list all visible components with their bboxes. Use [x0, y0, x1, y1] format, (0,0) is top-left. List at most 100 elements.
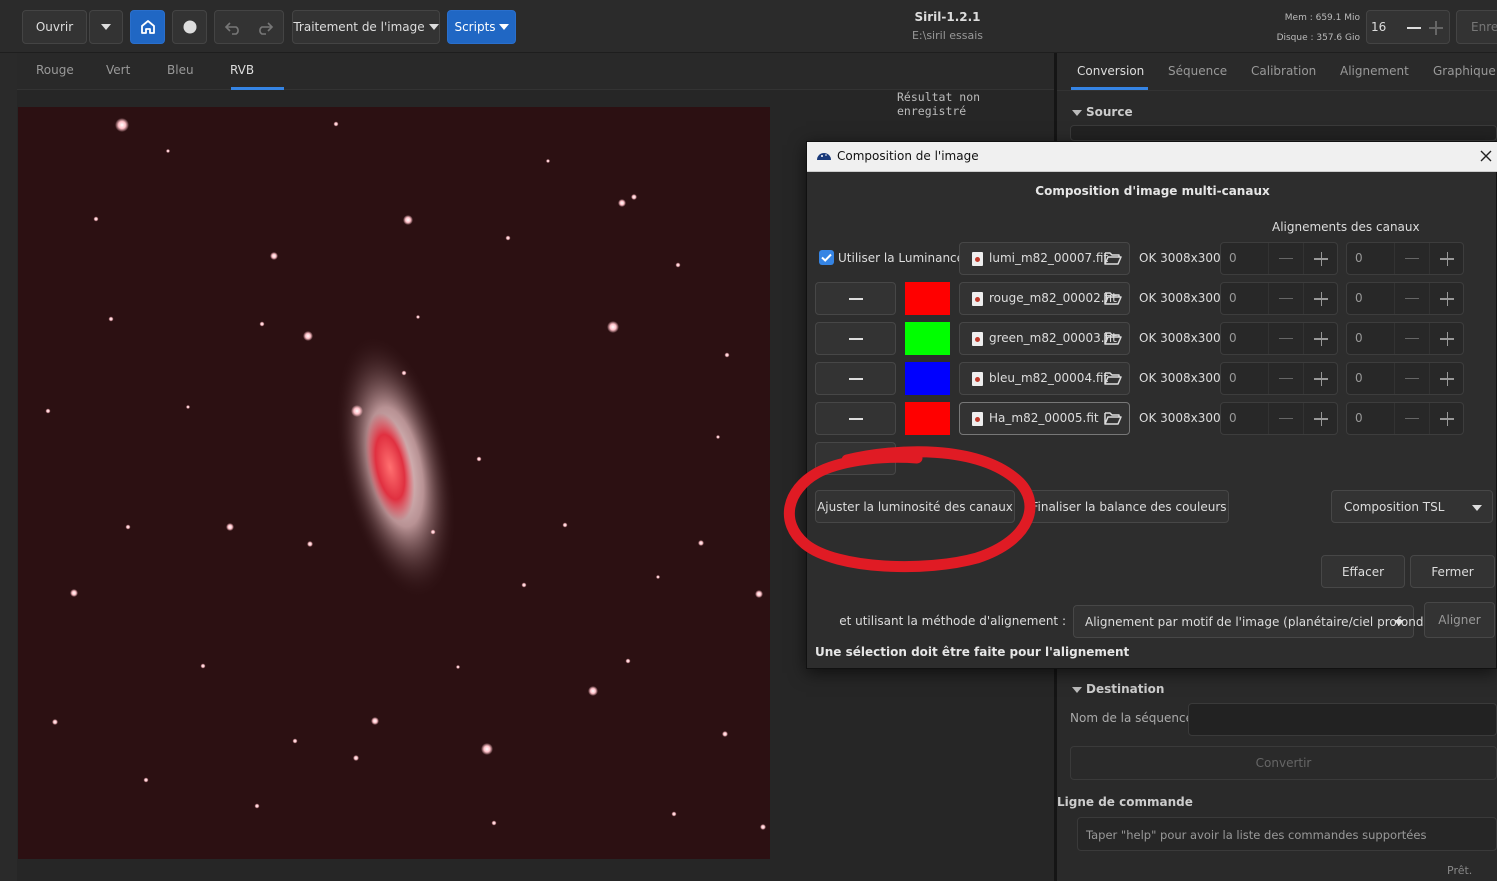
tab-graphique[interactable]: Graphique: [1433, 64, 1496, 78]
file-chooser-blue[interactable]: bleu_m82_00004.fit: [959, 362, 1130, 395]
file-name: rouge_m82_00002.fit: [989, 291, 1117, 305]
remove-channel-button[interactable]: [815, 322, 896, 355]
file-name: green_m82_00003.fit: [989, 331, 1117, 345]
tab-calibration[interactable]: Calibration: [1251, 64, 1316, 78]
tab-alignement[interactable]: Alignement: [1340, 64, 1409, 78]
x-shift-spinner[interactable]: 0: [1220, 362, 1338, 395]
image-processing-menu[interactable]: Traitement de l'image: [292, 10, 440, 44]
source-section-title[interactable]: Source: [1072, 105, 1133, 119]
save-label: Enreg: [1471, 20, 1497, 34]
remove-channel-button[interactable]: [815, 402, 896, 435]
align-label: Aligner: [1438, 613, 1481, 627]
color-swatch-red[interactable]: [905, 282, 950, 315]
tab-vert[interactable]: Vert: [106, 63, 130, 77]
minus-icon[interactable]: [1405, 298, 1419, 299]
chevron-down-icon: [1472, 505, 1482, 511]
clear-label: Effacer: [1341, 564, 1385, 579]
minus-icon[interactable]: [1279, 298, 1293, 299]
minus-icon[interactable]: [1407, 27, 1421, 29]
minus-icon[interactable]: [1405, 338, 1419, 339]
record-button[interactable]: [172, 10, 207, 44]
alignment-method-select[interactable]: Alignement par motif de l'image (planéta…: [1073, 605, 1428, 638]
tab-rvb[interactable]: RVB: [230, 63, 254, 77]
minus-icon[interactable]: [1279, 338, 1293, 339]
tab-bleu[interactable]: Bleu: [167, 63, 194, 77]
remove-channel-button[interactable]: [815, 362, 896, 395]
home-button[interactable]: [130, 10, 165, 44]
close-icon[interactable]: [1479, 149, 1493, 163]
tab-rouge[interactable]: Rouge: [36, 63, 74, 77]
tab-sequence[interactable]: Séquence: [1168, 64, 1227, 78]
composition-mode-select[interactable]: Composition TSL: [1331, 490, 1493, 523]
file-status: OK 3008x3008: [1139, 331, 1229, 345]
x-shift-spinner[interactable]: 0: [1220, 322, 1338, 355]
minus-icon[interactable]: [1279, 418, 1293, 419]
remove-channel-button[interactable]: [815, 282, 896, 315]
chevron-down-icon: [1072, 686, 1082, 693]
x-shift-spinner[interactable]: 0: [1220, 242, 1338, 275]
color-swatch-ha[interactable]: [905, 402, 950, 435]
minus-icon[interactable]: [1405, 418, 1419, 419]
selection-warning: Une sélection doit être faite pour l'ali…: [815, 645, 1130, 659]
check-icon: [821, 253, 832, 262]
open-button[interactable]: Ouvrir: [22, 10, 87, 44]
spin-value: 0: [1355, 291, 1363, 305]
alignment-method-value: Alignement par motif de l'image (planéta…: [1085, 614, 1429, 629]
minus-icon[interactable]: [1405, 258, 1419, 259]
dialog-title: Composition de l'image: [837, 149, 979, 163]
y-shift-spinner[interactable]: 0: [1346, 402, 1464, 435]
header-bar: Ouvrir Traitement de l'image Scripts Sir…: [0, 0, 1497, 53]
sequence-name-label: Nom de la séquence :: [1070, 711, 1201, 725]
align-button[interactable]: Aligner: [1424, 602, 1495, 638]
threads-spinner[interactable]: 16: [1366, 10, 1450, 44]
finalize-balance-button[interactable]: Finaliser la balance des couleurs: [1029, 490, 1229, 523]
file-chooser-ha[interactable]: Ha_m82_00005.fit: [959, 402, 1130, 435]
x-shift-spinner[interactable]: 0: [1220, 282, 1338, 315]
source-list[interactable]: [1070, 125, 1497, 141]
minus-icon[interactable]: [1405, 378, 1419, 379]
sequence-name-input[interactable]: [1188, 703, 1497, 736]
highlight-circle: [783, 446, 1036, 573]
open-menu-button[interactable]: [89, 10, 123, 44]
command-input[interactable]: Taper "help" pour avoir la liste des com…: [1077, 817, 1497, 851]
tab-conversion[interactable]: Conversion: [1077, 64, 1144, 78]
color-swatch-green[interactable]: [905, 322, 950, 355]
luminance-checkbox[interactable]: [819, 250, 834, 265]
file-name: bleu_m82_00004.fit: [989, 371, 1109, 385]
x-shift-spinner[interactable]: 0: [1220, 402, 1338, 435]
astro-image[interactable]: [18, 107, 770, 859]
convert-button[interactable]: Convertir: [1070, 746, 1497, 780]
file-name: lumi_m82_00007.fit: [989, 251, 1109, 265]
save-button[interactable]: Enreg: [1456, 10, 1497, 44]
status-text: Prêt.: [1447, 864, 1473, 877]
siril-icon: [817, 153, 831, 160]
close-button[interactable]: Fermer: [1410, 555, 1495, 588]
y-shift-spinner[interactable]: 0: [1346, 362, 1464, 395]
alignment-method-label: et utilisant la méthode d'alignement :: [839, 614, 1066, 628]
file-chooser-red[interactable]: rouge_m82_00002.fit: [959, 282, 1130, 315]
home-icon: [140, 20, 155, 34]
chevron-down-icon: [1394, 620, 1404, 626]
clear-button[interactable]: Effacer: [1321, 555, 1405, 588]
minus-icon[interactable]: [1279, 378, 1293, 379]
y-shift-spinner[interactable]: 0: [1346, 322, 1464, 355]
undo-icon[interactable]: [223, 19, 243, 35]
y-shift-spinner[interactable]: 0: [1346, 282, 1464, 315]
spin-value: 0: [1355, 411, 1363, 425]
destination-label: Destination: [1086, 682, 1165, 696]
y-shift-spinner[interactable]: 0: [1346, 242, 1464, 275]
redo-icon[interactable]: [255, 19, 275, 35]
galaxy-image: [45, 118, 766, 830]
minus-icon: [849, 418, 863, 420]
minus-icon[interactable]: [1279, 258, 1293, 259]
color-swatch-blue[interactable]: [905, 362, 950, 395]
finalize-label: Finaliser la balance des couleurs: [1031, 499, 1227, 514]
image-composition-dialog: Composition de l'image Composition d'ima…: [783, 141, 1497, 669]
destination-section-title[interactable]: Destination: [1072, 682, 1164, 696]
spin-value: 0: [1229, 371, 1237, 385]
file-chooser-green[interactable]: green_m82_00003.fit: [959, 322, 1130, 355]
dialog-titlebar[interactable]: Composition de l'image: [807, 142, 1497, 172]
file-chooser-lum[interactable]: lumi_m82_00007.fit: [959, 242, 1130, 275]
file-status: OK 3008x3008: [1139, 371, 1229, 385]
scripts-menu[interactable]: Scripts: [447, 10, 516, 44]
